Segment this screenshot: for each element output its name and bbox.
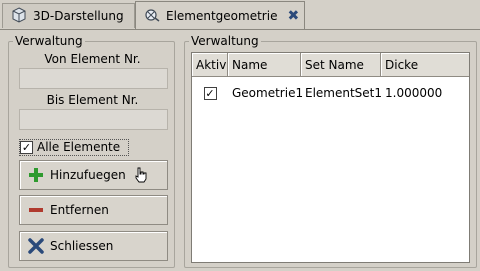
geometry-table[interactable]: Aktiv Name Set Name Dicke ✓ Geometrie1 E… [191,52,470,263]
cube-icon [11,6,27,26]
column-header-name[interactable]: Name [228,53,301,77]
from-element-field[interactable] [19,68,168,89]
add-button[interactable]: Hinzufuegen [19,160,168,190]
group-title: Verwaltung [13,34,85,48]
hand-cursor-icon [134,167,148,183]
minus-icon [28,202,44,218]
tab-bar: 3D-Darstellung Elementgeometrie ✖ [0,0,480,30]
close-button-label: Schliessen [50,239,114,253]
management-group-left: Verwaltung Von Element Nr. Bis Element N… [8,34,175,268]
column-header-dicke[interactable]: Dicke [381,53,469,77]
row-active-checkbox[interactable]: ✓ [203,86,217,100]
tab-elementgeometrie[interactable]: Elementgeometrie ✖ [135,1,305,30]
column-header-aktiv[interactable]: Aktiv [192,53,228,77]
tab-label: Elementgeometrie [166,9,278,23]
table-row[interactable]: ✓ Geometrie1 ElementSet1 1.000000 [192,83,469,103]
cell-name: Geometrie1 [232,86,304,100]
tab-3d-darstellung[interactable]: 3D-Darstellung [2,3,135,28]
management-group-right: Verwaltung Aktiv Name Set Name Dicke ✓ G… [184,34,477,268]
all-elements-focus: Alle Elemente [19,139,129,156]
cell-dicke: 1.000000 [385,86,443,100]
remove-button-label: Entfernen [50,203,109,217]
to-element-field[interactable] [19,109,168,130]
x-icon [28,238,44,254]
to-element-label: Bis Element Nr. [46,93,139,107]
all-elements-label[interactable]: Alle Elemente [37,140,120,154]
close-icon[interactable]: ✖ [287,8,299,24]
cell-set-name: ElementSet1 [305,86,383,100]
table-header: Aktiv Name Set Name Dicke [192,53,469,77]
tab-label: 3D-Darstellung [33,9,124,23]
column-header-set-name[interactable]: Set Name [301,53,381,77]
geometry-icon [144,7,160,26]
plus-icon [28,167,44,183]
close-button[interactable]: Schliessen [19,231,168,261]
group-title: Verwaltung [189,34,261,48]
remove-button[interactable]: Entfernen [19,195,168,225]
add-button-label: Hinzufuegen [50,168,126,182]
from-element-label: Von Element Nr. [44,52,141,66]
tab-divider [0,29,480,30]
